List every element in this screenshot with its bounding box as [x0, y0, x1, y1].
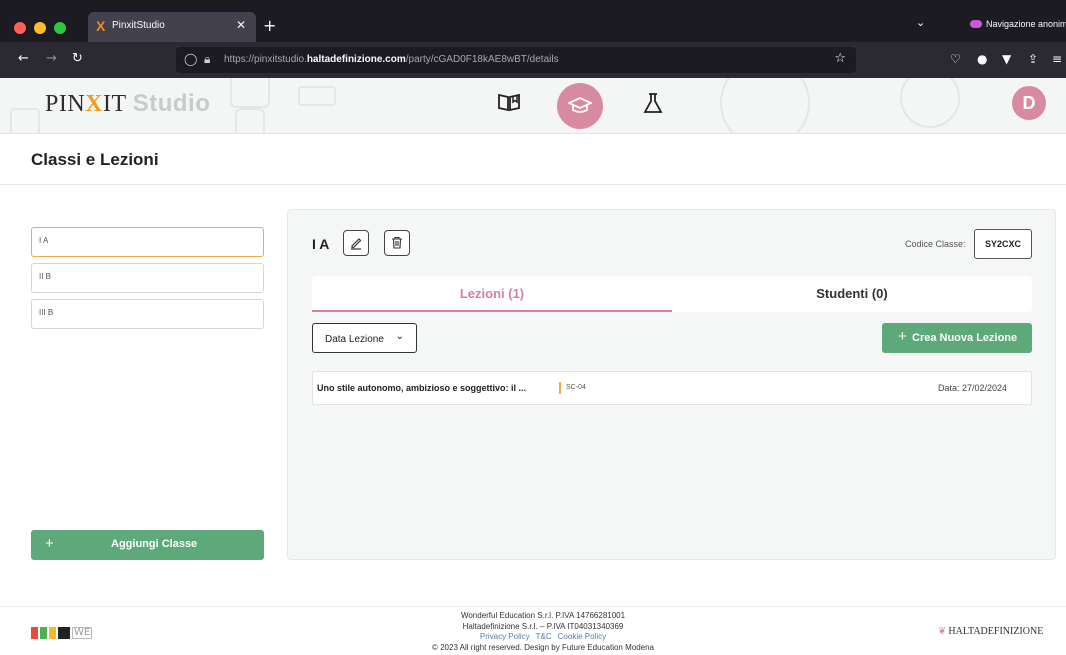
- flask-icon[interactable]: [643, 92, 663, 119]
- plus-icon: +: [898, 328, 907, 345]
- plus-icon: +: [45, 535, 54, 552]
- logo-text-pin: PIN: [45, 91, 86, 117]
- footer-divider: [0, 606, 1066, 607]
- chevron-down-icon: ⌄: [395, 331, 404, 342]
- private-mask-icon: [970, 20, 982, 28]
- url-path: /party/cGAD0F18kAE8wBT/details: [405, 54, 559, 65]
- logo-text-it: IT: [103, 91, 127, 117]
- minimize-window-button[interactable]: [34, 22, 46, 34]
- share-icon[interactable]: ⇪: [1028, 52, 1038, 66]
- book-open-icon[interactable]: [497, 92, 521, 117]
- lock-icon[interactable]: 🔒︎: [204, 52, 210, 67]
- terms-link[interactable]: T&C: [536, 632, 552, 641]
- footer-links: Privacy Policy T&C Cookie Policy: [353, 632, 733, 643]
- sort-dropdown-label: Data Lezione: [325, 334, 384, 345]
- user-avatar[interactable]: D: [1012, 86, 1046, 120]
- logo-text-x: X: [85, 91, 104, 117]
- pinxit-favicon-icon: X: [96, 18, 106, 34]
- class-code-value[interactable]: SY2CXC: [974, 229, 1032, 259]
- fem-logo-block: [49, 627, 56, 639]
- detail-tabs: Lezioni (1) Studenti (0): [312, 276, 1032, 312]
- class-detail-panel: I A Codice Classe: SY2CXC Lezioni (1) St…: [287, 209, 1056, 560]
- add-class-button[interactable]: + Aggiungi Classe: [31, 530, 264, 560]
- logo-text-studio: Studio: [132, 90, 211, 117]
- pinxit-studio-logo[interactable]: PINXIT Studio: [45, 90, 210, 118]
- sort-dropdown[interactable]: Data Lezione ⌄: [312, 323, 417, 353]
- leaf-icon: ❦: [938, 626, 947, 637]
- fem-logo-block: [40, 627, 47, 639]
- private-browsing-label: Navigazione anonim: [986, 19, 1066, 29]
- menu-icon[interactable]: ≡: [1052, 52, 1062, 66]
- tab-lezioni[interactable]: Lezioni (1): [312, 276, 672, 312]
- url-text[interactable]: https://pinxitstudio.haltadefinizione.co…: [224, 54, 559, 65]
- book-open-icon-svg: [498, 93, 520, 112]
- forward-arrow-icon[interactable]: →: [46, 51, 57, 66]
- class-item-i-a[interactable]: I A: [31, 227, 264, 257]
- url-prefix: https://pinxitstudio.: [224, 54, 307, 65]
- footer-copyright: © 2023 All right reserved. Design by Fut…: [431, 642, 655, 652]
- browser-tab-bar: X PinxitStudio ✕ + ⌄ Navigazione anonim: [0, 0, 1066, 42]
- app-header: PINXIT Studio D: [0, 78, 1066, 134]
- back-arrow-icon[interactable]: ←: [18, 51, 29, 66]
- fem-logo-block: [31, 627, 38, 639]
- browser-tab[interactable]: X PinxitStudio ✕: [88, 12, 256, 42]
- url-domain: haltadefinizione.com: [306, 54, 406, 65]
- lesson-accent-bar: [559, 382, 561, 394]
- footer-line-partner: Haltadefinizione S.r.l. – P.IVA IT040313…: [462, 621, 624, 631]
- haltadefinizione-logo-text: HALTADEFINIZIONE: [948, 626, 1044, 637]
- edit-class-button[interactable]: [343, 230, 369, 256]
- page-title: Classi e Lezioni: [31, 150, 159, 169]
- header-decoration: [230, 78, 270, 108]
- create-lesson-label: Crea Nuova Lezione: [912, 332, 1018, 344]
- new-tab-icon[interactable]: +: [263, 16, 276, 35]
- close-window-button[interactable]: [14, 22, 26, 34]
- header-decoration: [235, 108, 265, 133]
- extension-icon[interactable]: ●: [977, 52, 987, 66]
- class-item-ii-b[interactable]: II B: [31, 263, 264, 293]
- fem-logo: WE: [31, 627, 93, 646]
- footer-line-company: Wonderful Education S.r.l. P.IVA 1476628…: [460, 611, 626, 620]
- lesson-title: Uno stile autonomo, ambizioso e soggetti…: [317, 383, 527, 393]
- header-decoration: [720, 78, 810, 133]
- divider: [0, 184, 1066, 185]
- lesson-code: SC-04: [566, 384, 586, 391]
- add-class-label: Aggiungi Classe: [111, 538, 198, 550]
- footer-text: Wonderful Education S.r.l. P.IVA 1476628…: [353, 611, 733, 653]
- pocket-icon[interactable]: ♡: [950, 52, 961, 66]
- tab-list-chevron-icon[interactable]: ⌄: [916, 16, 925, 29]
- class-name: I A: [312, 236, 330, 252]
- class-item-iii-b[interactable]: III B: [31, 299, 264, 329]
- haltadefinizione-logo: ❦ HALTADEFINIZIONE: [938, 626, 1043, 637]
- graduation-cap-icon[interactable]: [557, 83, 603, 129]
- bookmark-star-icon[interactable]: ☆: [834, 51, 846, 66]
- class-code-label: Codice Classe:: [905, 239, 966, 249]
- tab-close-icon[interactable]: ✕: [236, 18, 246, 32]
- vpn-extension-icon[interactable]: ▼: [1002, 52, 1011, 66]
- flask-icon-svg: [643, 93, 663, 113]
- pencil-icon: [351, 238, 362, 250]
- cookie-policy-link[interactable]: Cookie Policy: [558, 632, 606, 641]
- tracking-shield-icon[interactable]: ◯: [184, 52, 197, 66]
- tab-studenti[interactable]: Studenti (0): [672, 276, 1032, 312]
- header-decoration: [10, 108, 40, 133]
- maximize-window-button[interactable]: [54, 22, 66, 34]
- trash-icon: [392, 236, 402, 249]
- fem-logo-block: [58, 627, 70, 639]
- graduation-cap-icon-svg: [568, 97, 592, 113]
- private-browsing-indicator: Navigazione anonim: [970, 19, 1066, 29]
- header-decoration: [900, 78, 960, 128]
- privacy-policy-link[interactable]: Privacy Policy: [480, 632, 530, 641]
- reload-icon[interactable]: ↻: [72, 51, 83, 66]
- address-bar[interactable]: ◯ 🔒︎ https://pinxitstudio.haltadefinizio…: [176, 47, 856, 73]
- header-decoration: [298, 86, 336, 106]
- lesson-row[interactable]: Uno stile autonomo, ambizioso e soggetti…: [312, 371, 1032, 405]
- lesson-date: Data: 27/02/2024: [937, 383, 1007, 393]
- tab-title: PinxitStudio: [112, 20, 165, 31]
- fem-logo-we: WE: [72, 627, 93, 639]
- delete-class-button[interactable]: [384, 230, 410, 256]
- browser-nav-bar: ← → ↻ ◯ 🔒︎ https://pinxitstudio.haltadef…: [0, 42, 1066, 78]
- create-lesson-button[interactable]: + Crea Nuova Lezione: [882, 323, 1032, 353]
